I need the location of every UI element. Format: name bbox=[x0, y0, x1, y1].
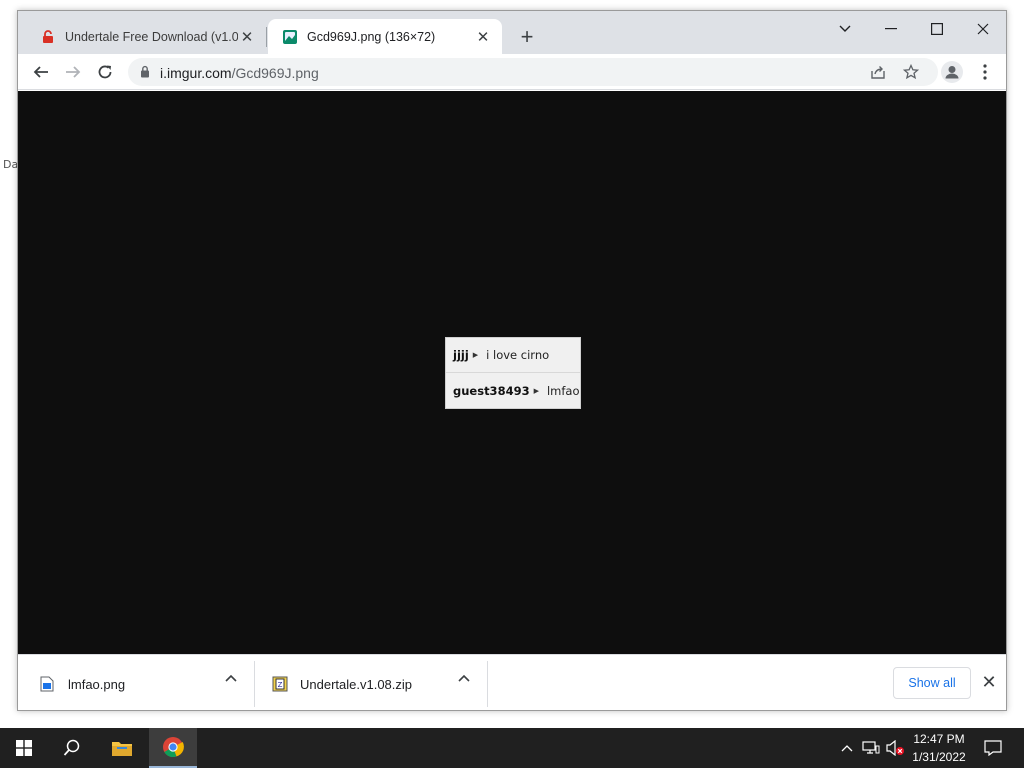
download-item-lmfao[interactable]: lmfao.png bbox=[40, 661, 125, 707]
address-bar[interactable]: i.imgur.com/Gcd969J.png bbox=[128, 58, 938, 86]
tab-title: Undertale Free Download (v1.08) bbox=[65, 29, 238, 44]
kebab-menu-icon[interactable] bbox=[970, 57, 1000, 87]
chrome-icon[interactable] bbox=[149, 728, 197, 768]
svg-text:Z: Z bbox=[278, 681, 283, 689]
play-arrow-icon: ▶ bbox=[533, 387, 539, 395]
profile-avatar[interactable] bbox=[937, 57, 967, 87]
tab-search-button[interactable] bbox=[822, 15, 868, 43]
zip-file-icon: Z bbox=[272, 676, 288, 692]
tab-gcd969j[interactable]: Gcd969J.png (136×72) ✕ bbox=[268, 19, 502, 54]
close-download-bar-icon[interactable]: ✕ bbox=[978, 671, 1000, 693]
chevron-up-icon[interactable] bbox=[222, 669, 240, 687]
download-filename: Undertale.v1.08.zip bbox=[300, 676, 413, 692]
image-favicon-icon bbox=[282, 29, 298, 45]
download-bar: lmfao.png Z Undertale.v1.08.zip Show all… bbox=[18, 654, 1006, 710]
url-path: /Gcd969J.png bbox=[231, 65, 319, 81]
back-button[interactable] bbox=[26, 57, 56, 87]
desktop-icon-label: Da bbox=[3, 158, 19, 171]
url-host: i.imgur.com bbox=[160, 65, 232, 81]
maximize-button[interactable] bbox=[914, 15, 960, 43]
download-filename: lmfao.png bbox=[68, 676, 126, 692]
show-all-button[interactable]: Show all bbox=[893, 667, 971, 699]
chat-username: jjjj bbox=[453, 348, 469, 362]
forward-button[interactable] bbox=[58, 57, 88, 87]
image-viewport: jjjj ▶ i love cirno guest38493 ▶ lmfao bbox=[18, 91, 1006, 654]
minimize-button[interactable] bbox=[868, 15, 914, 43]
search-icon[interactable] bbox=[48, 728, 96, 768]
notification-icon[interactable] bbox=[978, 728, 1008, 768]
download-divider bbox=[254, 661, 255, 707]
clock-date: 1/31/2022 bbox=[912, 750, 966, 764]
chat-username: guest38493 bbox=[453, 383, 530, 398]
browser-window: Undertale Free Download (v1.08) ✕ Gcd969… bbox=[17, 10, 1007, 711]
red-lock-favicon-icon bbox=[40, 29, 56, 45]
displayed-image[interactable]: jjjj ▶ i love cirno guest38493 ▶ lmfao bbox=[445, 337, 581, 409]
tab-undertale[interactable]: Undertale Free Download (v1.08) ✕ bbox=[26, 19, 266, 54]
url-text: i.imgur.com/Gcd969J.png bbox=[160, 65, 319, 81]
file-explorer-icon[interactable] bbox=[98, 728, 146, 768]
chat-line: guest38493 ▶ lmfao bbox=[446, 373, 580, 408]
taskbar: 12:47 PM 1/31/2022 bbox=[0, 728, 1024, 768]
lock-icon[interactable] bbox=[140, 65, 150, 83]
tab-separator bbox=[266, 27, 267, 47]
network-icon[interactable] bbox=[861, 728, 881, 768]
new-tab-button[interactable]: + bbox=[515, 24, 539, 49]
tab-strip: Undertale Free Download (v1.08) ✕ Gcd969… bbox=[18, 11, 1006, 54]
browser-toolbar: i.imgur.com/Gcd969J.png bbox=[18, 54, 1006, 90]
clock-time: 12:47 PM bbox=[913, 732, 965, 746]
tab-title: Gcd969J.png (136×72) bbox=[307, 29, 436, 44]
download-item-undertale[interactable]: Z Undertale.v1.08.zip bbox=[272, 661, 412, 707]
close-icon[interactable]: ✕ bbox=[238, 28, 256, 46]
chat-message: i love cirno bbox=[486, 348, 550, 362]
chevron-up-icon[interactable] bbox=[838, 728, 856, 768]
image-file-icon bbox=[40, 676, 54, 692]
chat-message: lmfao bbox=[546, 383, 580, 398]
share-icon[interactable] bbox=[870, 64, 886, 85]
chevron-up-icon[interactable] bbox=[455, 669, 473, 687]
download-divider bbox=[487, 661, 488, 707]
close-window-button[interactable] bbox=[960, 15, 1006, 43]
play-arrow-icon: ▶ bbox=[472, 352, 479, 359]
start-button[interactable] bbox=[0, 728, 48, 768]
bookmark-star-icon[interactable] bbox=[902, 63, 920, 85]
chat-line: jjjj ▶ i love cirno bbox=[446, 338, 580, 373]
reload-button[interactable] bbox=[90, 57, 120, 87]
system-clock[interactable]: 12:47 PM 1/31/2022 bbox=[902, 730, 976, 766]
close-icon[interactable]: ✕ bbox=[474, 28, 492, 46]
